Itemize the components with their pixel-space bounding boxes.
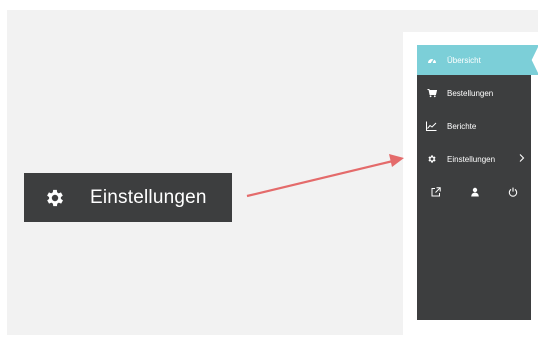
sidebar-item-berichte[interactable]: Berichte [417, 111, 531, 141]
gear-icon [426, 154, 437, 165]
sidebar-item-einstellungen[interactable]: Einstellungen [417, 144, 531, 174]
sidebar-footer-icons [417, 183, 531, 201]
line-chart-icon [426, 121, 437, 132]
sidebar-item-bestellungen[interactable]: Bestellungen [417, 78, 531, 108]
sidebar-item-label: Übersicht [447, 55, 481, 65]
cart-icon [426, 88, 437, 99]
sidebar-item-label: Berichte [447, 121, 477, 131]
sidebar-item-uebersicht[interactable]: Übersicht [417, 45, 538, 75]
power-icon[interactable] [507, 186, 518, 197]
chevron-right-icon [518, 153, 526, 163]
sidebar-item-label: Einstellungen [447, 154, 496, 164]
external-link-icon[interactable] [430, 186, 441, 197]
sidebar: Übersicht Bestellungen Berichte Einstell… [417, 45, 538, 320]
settings-callout-label: Einstellungen [90, 186, 207, 208]
gear-icon [43, 186, 67, 210]
dashboard-icon [426, 55, 437, 66]
sidebar-item-label: Bestellungen [447, 88, 494, 98]
user-icon[interactable] [469, 186, 480, 197]
settings-callout-button[interactable]: Einstellungen [24, 173, 232, 222]
